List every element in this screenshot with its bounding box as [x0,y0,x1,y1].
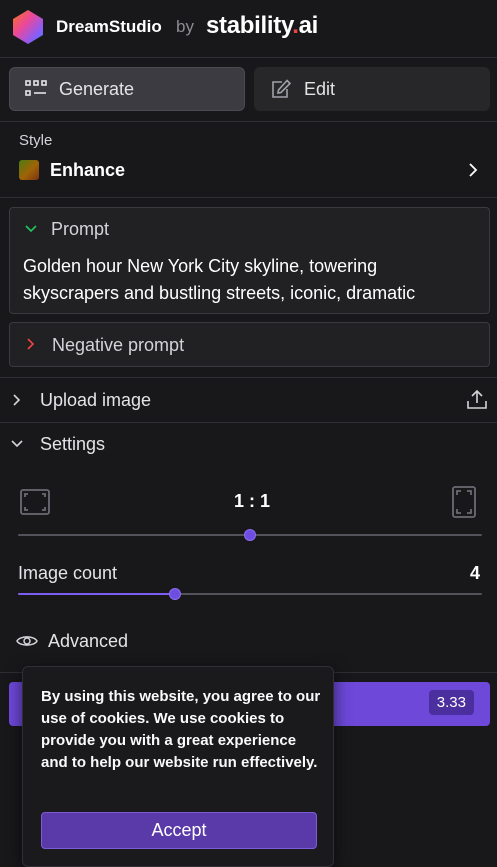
accept-button[interactable]: Accept [41,812,317,849]
style-thumbnail-icon [19,160,39,180]
prompt-text-line: skyscrapers and bustling streets, iconic… [23,283,416,303]
credits-badge: 3.33 [428,690,474,715]
dreamstudio-logo[interactable] [11,9,45,45]
divider [0,197,497,198]
image-count-label: Image count [18,563,118,583]
tab-generate[interactable]: Generate [9,67,245,111]
settings-label: Settings [40,434,106,454]
prompt-textarea[interactable]: Golden hour New York City skyline, tower… [23,253,483,307]
chevron-right-icon [469,163,478,177]
style-heading: Style [19,132,53,149]
company-ai: ai [298,12,319,39]
edit-icon [272,79,292,98]
advanced-label: Advanced [48,631,129,651]
aspect-ratio-value: 1 : 1 [234,491,271,511]
portrait-ratio-icon[interactable] [451,485,477,519]
chevron-right-icon [13,394,21,406]
eye-icon [16,636,38,646]
chevron-down-icon[interactable] [24,224,38,234]
tab-edit[interactable]: Edit [254,67,490,111]
tab-edit-label: Edit [304,78,336,99]
upload-image-row[interactable]: Upload image [0,378,497,422]
prompt-box[interactable]: Prompt Golden hour New York City skyline… [9,207,490,314]
chevron-down-icon [11,440,23,448]
divider [0,57,497,58]
image-count-value: 4 [470,563,481,583]
settings-header[interactable]: Settings [0,423,497,465]
style-section[interactable]: Style Enhance [0,122,497,196]
prompt-heading: Prompt [51,219,110,239]
advanced-toggle[interactable]: Advanced [0,622,497,660]
negative-prompt-box[interactable]: Negative prompt [9,322,490,367]
grid-icon [25,80,47,96]
upload-image-label: Upload image [40,390,152,410]
negative-prompt-heading: Negative prompt [52,335,185,355]
app-name: DreamStudio [56,17,162,36]
upload-icon[interactable] [466,388,488,410]
aspect-ratio-slider-thumb[interactable] [244,529,256,541]
style-value: Enhance [50,160,126,180]
company-logo[interactable]: stability.ai [206,12,318,40]
cookie-text: By using this website, you agree to our … [41,688,321,771]
cookie-banner: By using this website, you agree to our … [22,666,334,867]
image-count-fill [18,593,175,595]
landscape-ratio-icon[interactable] [19,488,51,516]
chevron-right-icon [27,338,35,350]
prompt-text-line: Golden hour New York City skyline, tower… [23,256,378,276]
tab-generate-label: Generate [59,78,135,99]
header: DreamStudio by stability.ai [0,0,497,56]
company-name: stability [206,12,293,39]
image-count-slider-thumb[interactable] [169,588,181,600]
by-text: by [176,17,194,36]
